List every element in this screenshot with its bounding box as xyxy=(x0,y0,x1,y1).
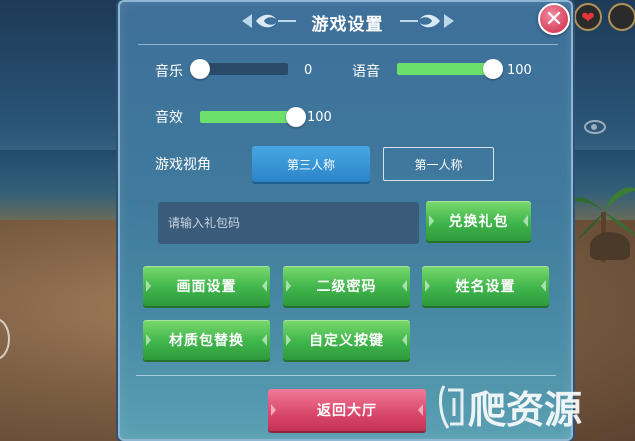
sfx-label: 音效 xyxy=(155,110,183,126)
view-first-person-tab[interactable]: 第一人称 xyxy=(383,147,494,181)
music-slider[interactable] xyxy=(190,59,288,79)
title-bar: 游戏设置 xyxy=(120,2,575,42)
sfx-slider-knob[interactable] xyxy=(286,107,306,127)
watermark-text: 爬资源 xyxy=(468,388,582,432)
gift-code-input[interactable] xyxy=(158,202,419,244)
name-settings-button[interactable]: 姓名设置 xyxy=(422,266,549,306)
view-third-person-tab[interactable]: 第三人称 xyxy=(252,146,370,182)
view-label: 游戏视角 xyxy=(155,157,211,173)
rock xyxy=(590,232,630,260)
sfx-slider[interactable] xyxy=(200,107,306,127)
voice-slider-fill xyxy=(397,63,493,75)
title-divider xyxy=(138,44,558,45)
title-ornament-right-icon xyxy=(400,14,454,28)
music-label: 音乐 xyxy=(155,64,183,80)
close-icon: ✕ xyxy=(544,6,564,32)
music-value: 0 xyxy=(304,63,313,78)
voice-slider-knob[interactable] xyxy=(483,59,503,79)
voice-slider[interactable] xyxy=(397,59,503,79)
graphics-settings-button[interactable]: 画面设置 xyxy=(143,266,270,306)
texture-pack-button[interactable]: 材质包替换 xyxy=(143,320,270,360)
sfx-slider-fill xyxy=(200,111,296,123)
redeem-gift-button[interactable]: 兑换礼包 xyxy=(426,201,531,241)
sfx-value: 100 xyxy=(307,110,332,125)
eye-icon[interactable] xyxy=(584,120,606,134)
status-icon xyxy=(608,3,635,31)
close-button[interactable]: ✕ xyxy=(538,3,570,35)
voice-label: 语音 xyxy=(352,64,380,80)
voice-value: 100 xyxy=(507,63,532,78)
heart-icon: ❤ xyxy=(574,3,602,31)
watermark-logo: 爬资源 xyxy=(439,385,582,432)
custom-keys-button[interactable]: 自定义按键 xyxy=(283,320,410,360)
secondary-password-button[interactable]: 二级密码 xyxy=(283,266,410,306)
page-title: 游戏设置 xyxy=(311,15,384,35)
back-to-lobby-button[interactable]: 返回大厅 xyxy=(268,389,426,431)
music-slider-knob[interactable] xyxy=(190,59,210,79)
